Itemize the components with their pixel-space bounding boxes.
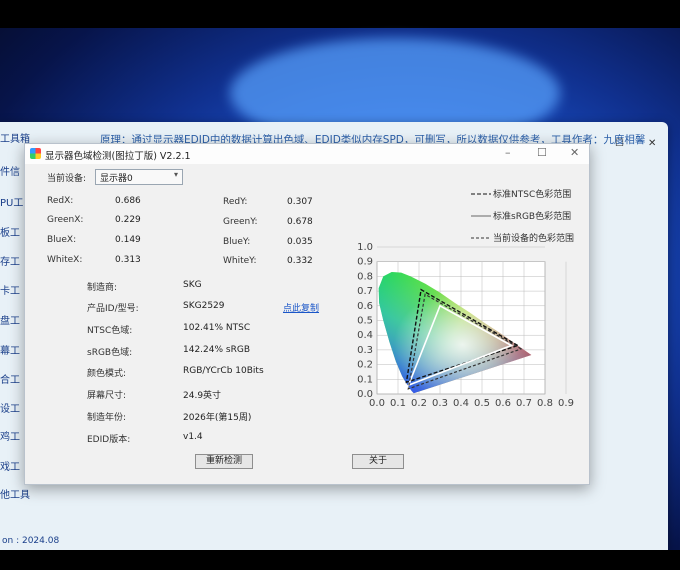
chevron-down-icon: ▾: [173, 170, 178, 179]
whitey-value: 0.332: [287, 256, 313, 266]
srgb-label: sRGB色域:: [87, 348, 133, 358]
manufacture-year-value: 2026年(第15周): [183, 413, 252, 423]
sidebar-item[interactable]: 板工: [0, 224, 20, 239]
srgb-value: 142.24% sRGB: [183, 345, 250, 355]
maximize-icon[interactable]: ☐: [537, 146, 547, 159]
x-tick-label: 0.3: [432, 398, 448, 409]
copy-link[interactable]: 点此复制: [283, 301, 319, 314]
edid-version-value: v1.4: [183, 432, 203, 442]
screen-size-value: 24.9英寸: [183, 391, 222, 401]
chart-legend: 标准NTSC色彩范围标准sRGB色彩范围当前设备的色彩范围: [471, 188, 574, 244]
sidebar-item[interactable]: 卡工: [0, 282, 20, 297]
sidebar-item[interactable]: 他工具: [0, 486, 30, 501]
sidebar-item[interactable]: 存工: [0, 253, 20, 268]
greenx-label: GreenX:: [47, 215, 84, 225]
manufacture-year-label: 制造年份:: [87, 413, 127, 423]
sidebar-item[interactable]: 戏工: [0, 458, 20, 473]
x-tick-label: 0.1: [390, 398, 406, 409]
about-button[interactable]: 关于: [352, 454, 404, 469]
legend-label: 标准sRGB色彩范围: [493, 210, 571, 222]
redx-value: 0.686: [115, 196, 141, 206]
y-tick-label: 1.0: [357, 242, 373, 253]
device-select-value: 显示器0: [100, 174, 133, 184]
product-id-value: SKG2529: [183, 301, 225, 311]
x-tick-label: 0.6: [495, 398, 511, 409]
manufacturer-label: 制造商:: [87, 283, 118, 293]
y-tick-label: 0.4: [357, 330, 373, 341]
minimize-icon[interactable]: –: [505, 146, 511, 159]
device-label: 当前设备:: [47, 174, 87, 184]
x-tick-label: 0.4: [453, 398, 469, 409]
legend-label: 标准NTSC色彩范围: [493, 188, 571, 200]
sidebar-item[interactable]: 件信: [0, 163, 20, 178]
redy-label: RedY:: [223, 197, 248, 207]
y-tick-label: 0.7: [357, 286, 373, 297]
greeny-value: 0.678: [287, 217, 313, 227]
sidebar-item[interactable]: 设工: [0, 400, 20, 415]
app-icon: [30, 148, 41, 159]
whitey-label: WhiteY:: [223, 256, 257, 266]
y-tick-label: 0.9: [357, 257, 373, 268]
sidebar-item[interactable]: 鸡工: [0, 428, 20, 443]
redetect-button[interactable]: 重新检测: [195, 454, 253, 469]
close-icon[interactable]: ✕: [648, 138, 656, 149]
y-tick-label: 0.6: [357, 301, 373, 312]
legend-label: 当前设备的色彩范围: [493, 232, 574, 244]
greenx-value: 0.229: [115, 215, 141, 225]
bluey-value: 0.035: [287, 237, 313, 247]
x-tick-label: 0.9: [558, 398, 574, 409]
bluex-label: BlueX:: [47, 235, 77, 245]
y-tick-label: 0.0: [357, 389, 373, 400]
monitor-bezel: [0, 550, 680, 570]
ntsc-label: NTSC色域:: [87, 326, 133, 336]
color-mode-label: 颜色模式:: [87, 369, 127, 379]
redx-label: RedX:: [47, 196, 74, 206]
top-black-band: [0, 0, 680, 28]
color-gamut-dialog: 显示器色域检测(图拉丁版) V2.2.1 – ☐ ✕ 当前设备: 显示器0 ▾ …: [24, 143, 590, 485]
x-tick-label: 0.8: [537, 398, 553, 409]
sidebar-item[interactable]: 幕工: [0, 342, 20, 357]
manufacturer-value: SKG: [183, 280, 202, 290]
dialog-title: 显示器色域检测(图拉丁版) V2.2.1: [45, 151, 191, 162]
sidebar-item[interactable]: 合工: [0, 371, 20, 386]
dialog-titlebar: 显示器色域检测(图拉丁版) V2.2.1 – ☐ ✕: [25, 144, 589, 164]
screen-size-label: 屏幕尺寸:: [87, 391, 127, 401]
sidebar-item[interactable]: PU工: [0, 194, 23, 209]
bluex-value: 0.149: [115, 235, 141, 245]
y-tick-label: 0.8: [357, 271, 373, 282]
x-tick-label: 0.7: [516, 398, 532, 409]
whitex-value: 0.313: [115, 255, 141, 265]
x-tick-label: 0.2: [411, 398, 427, 409]
maximize-icon[interactable]: ☐: [615, 138, 624, 149]
edid-version-label: EDID版本:: [87, 435, 131, 445]
ntsc-value: 102.41% NTSC: [183, 323, 251, 333]
y-tick-label: 0.5: [357, 316, 373, 327]
y-tick-label: 0.1: [357, 374, 373, 385]
toolbox-sidebar: 工具箱 件信 PU工 板工 存工 卡工 盘工 幕工 合工 设工 鸡工 戏工 他工…: [0, 122, 30, 550]
color-mode-value: RGB/YCrCb 10Bits: [183, 366, 264, 376]
cie-chromaticity-chart: 0.00.10.20.30.40.50.60.70.80.91.0.00.10.…: [357, 188, 574, 409]
redy-value: 0.307: [287, 197, 313, 207]
close-icon[interactable]: ✕: [570, 146, 579, 159]
bluey-label: BlueY:: [223, 237, 251, 247]
sidebar-item[interactable]: 盘工: [0, 312, 20, 327]
y-tick-label: 0.3: [357, 345, 373, 356]
whitex-label: WhiteX:: [47, 255, 83, 265]
version-label: on : 2024.08: [2, 536, 60, 546]
product-id-label: 产品ID/型号:: [87, 304, 139, 314]
device-select[interactable]: 显示器0 ▾: [95, 169, 183, 185]
greeny-label: GreenY:: [223, 217, 258, 227]
x-tick-label: 0.5: [474, 398, 490, 409]
y-tick-label: 0.2: [357, 360, 373, 371]
